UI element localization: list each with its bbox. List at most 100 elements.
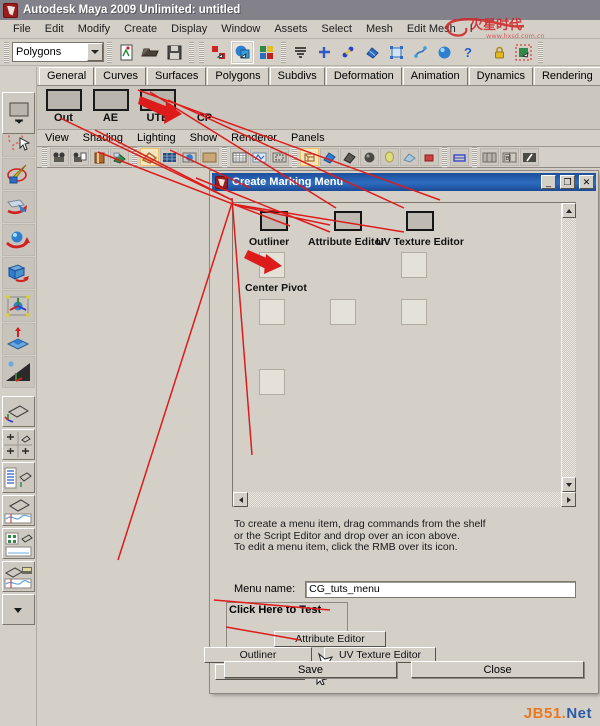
- sidebar-item-rotate-tool[interactable]: [1, 224, 35, 256]
- image-plane-icon[interactable]: [110, 148, 129, 166]
- toolbar-grip[interactable]: [189, 41, 194, 63]
- snap-to-view-plane-icon[interactable]: [361, 40, 384, 64]
- grid-cell-empty[interactable]: [401, 252, 427, 278]
- open-scene-icon[interactable]: [139, 40, 162, 64]
- more-layouts[interactable]: [1, 594, 35, 625]
- select-camera-icon[interactable]: [50, 148, 69, 166]
- scroll-down-icon[interactable]: [562, 477, 576, 492]
- panel-menu-panels[interactable]: Panels: [291, 132, 334, 144]
- snap-to-point-icon[interactable]: [337, 40, 360, 64]
- grid-cell-empty[interactable]: [259, 299, 285, 325]
- scroll-up-icon[interactable]: [562, 203, 576, 218]
- tab-animation[interactable]: Animation: [402, 67, 468, 85]
- minimize-button[interactable]: _: [541, 175, 556, 189]
- tab-surfaces[interactable]: Surfaces: [146, 67, 207, 85]
- lock-icon[interactable]: [488, 40, 511, 64]
- toolbar-grip[interactable]: [538, 41, 543, 63]
- gate-mask-icon[interactable]: [230, 148, 249, 166]
- smooth-shade-icon[interactable]: [320, 148, 339, 166]
- toolbar-grip[interactable]: [281, 41, 286, 63]
- panel-menu-show[interactable]: Show: [190, 132, 227, 144]
- menuset-dropdown[interactable]: Polygons: [12, 42, 104, 62]
- close-button[interactable]: ✕: [579, 175, 594, 189]
- hypershade-persp-layout[interactable]: [1, 528, 35, 559]
- ipr-panel-icon[interactable]: 同: [500, 148, 519, 166]
- use-all-lights-icon[interactable]: [380, 148, 399, 166]
- grid-cell-empty[interactable]: [259, 369, 285, 395]
- persp-render-layout[interactable]: [1, 561, 35, 592]
- sidebar-item-scale-tool[interactable]: [1, 257, 35, 289]
- dialog-titlebar[interactable]: Create Marking Menu _ ❐ ✕: [212, 173, 596, 191]
- toolbar-grip[interactable]: [442, 146, 447, 168]
- grid-cell-center-pivot[interactable]: [259, 252, 285, 278]
- menu-name-input[interactable]: CG_tuts_menu: [305, 580, 576, 598]
- four-view-layout[interactable]: [1, 429, 35, 460]
- panel-menu-lighting[interactable]: Lighting: [137, 132, 185, 144]
- sidebar-item-paint-select-tool[interactable]: [1, 158, 35, 190]
- shade-all-icon[interactable]: [340, 148, 359, 166]
- tab-rendering[interactable]: Rendering: [533, 67, 600, 85]
- panel-menu-renderer[interactable]: Renderer: [231, 132, 286, 144]
- render-region-icon[interactable]: [520, 148, 539, 166]
- construction-history-icon[interactable]: [409, 40, 432, 64]
- high-quality-render-icon[interactable]: [480, 148, 499, 166]
- shelf-button-uv-texture-editor[interactable]: UTE: [137, 89, 178, 124]
- outliner-persp-layout[interactable]: [1, 462, 35, 493]
- menu-assets[interactable]: Assets: [267, 22, 314, 36]
- single-perspective-layout[interactable]: [1, 396, 35, 427]
- shelf-button-center-pivot[interactable]: CP: [184, 89, 225, 124]
- render-current-frame-icon[interactable]: [433, 40, 456, 64]
- wireframe-icon[interactable]: [300, 148, 319, 166]
- save-scene-icon[interactable]: [163, 40, 186, 64]
- toolbar-grip[interactable]: [199, 41, 204, 63]
- grid-cell-empty[interactable]: [330, 299, 356, 325]
- grid-cell-uv-texture-editor[interactable]: [406, 211, 434, 231]
- new-scene-icon[interactable]: [115, 40, 138, 64]
- tab-deformation[interactable]: Deformation: [325, 67, 402, 85]
- select-by-hierarchy-icon[interactable]: [207, 40, 230, 64]
- toolbar-grip[interactable]: [132, 146, 137, 168]
- render-settings-icon[interactable]: ?: [457, 40, 480, 64]
- persp-graph-layout[interactable]: [1, 495, 35, 526]
- film-gate-icon[interactable]: [180, 148, 199, 166]
- shadows-icon[interactable]: [400, 148, 419, 166]
- xray-icon[interactable]: [420, 148, 439, 166]
- save-button[interactable]: Save: [224, 661, 397, 678]
- menu-window[interactable]: Window: [214, 22, 267, 36]
- grid-horizontal-scrollbar[interactable]: [232, 492, 576, 507]
- safe-action-icon[interactable]: [270, 148, 289, 166]
- show-manipulator-icon[interactable]: [512, 40, 535, 64]
- sidebar-item-soft-modification-tool[interactable]: [1, 323, 35, 355]
- field-chart-icon[interactable]: [250, 148, 269, 166]
- tab-dynamics[interactable]: Dynamics: [468, 67, 533, 85]
- menu-proxy[interactable]: Proxy: [463, 22, 472, 36]
- tab-curves[interactable]: Curves: [95, 67, 146, 85]
- marking-menu-grid[interactable]: Outliner Attribute Editor UV Texture Edi…: [233, 203, 561, 492]
- menu-edit[interactable]: Edit: [38, 22, 71, 36]
- menu-create[interactable]: Create: [117, 22, 164, 36]
- select-by-object-type-icon[interactable]: [231, 40, 254, 64]
- chevron-down-icon[interactable]: [87, 43, 103, 61]
- menu-display[interactable]: Display: [164, 22, 214, 36]
- panel-menu-shading[interactable]: Shading: [83, 132, 132, 144]
- grid-vertical-scrollbar[interactable]: [561, 203, 576, 492]
- panel-menu-view[interactable]: View: [45, 132, 78, 144]
- grid-toggle-icon[interactable]: [160, 148, 179, 166]
- sidebar-item-move-tool[interactable]: [1, 191, 35, 223]
- toolbar-grip[interactable]: [107, 41, 112, 63]
- grid-cell-outliner[interactable]: [260, 211, 288, 231]
- snap-to-grid-icon[interactable]: [289, 40, 312, 64]
- sidebar-item-universal-manipulator-tool[interactable]: [1, 290, 35, 322]
- menu-edit-mesh[interactable]: Edit Mesh: [400, 22, 463, 36]
- camera-attributes-icon[interactable]: [70, 148, 89, 166]
- hardware-texture-icon[interactable]: [360, 148, 379, 166]
- menu-select[interactable]: Select: [314, 22, 359, 36]
- snap-to-curve-icon[interactable]: [313, 40, 336, 64]
- grid-cell-empty[interactable]: [401, 299, 427, 325]
- shelf-button-attribute-editor[interactable]: AE: [90, 89, 131, 124]
- menu-file[interactable]: File: [6, 22, 38, 36]
- resolution-gate-icon[interactable]: [200, 148, 219, 166]
- grid-cell-attribute-editor[interactable]: [334, 211, 362, 231]
- tab-polygons[interactable]: Polygons: [207, 67, 269, 85]
- toolbar-grip[interactable]: [472, 146, 477, 168]
